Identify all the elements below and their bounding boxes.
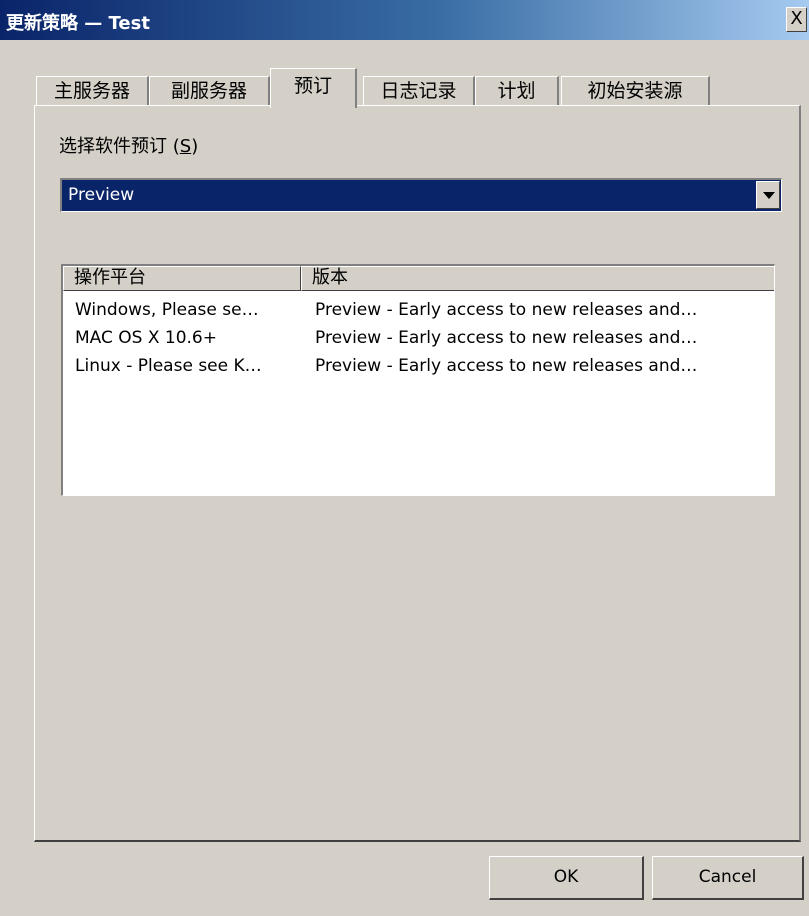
ok-button[interactable]: OK bbox=[489, 856, 644, 900]
close-icon: X bbox=[790, 8, 803, 29]
tab-subscription[interactable]: 预订 bbox=[270, 68, 357, 108]
subscription-selected-value: Preview bbox=[68, 185, 135, 205]
accelerator-key: S bbox=[179, 136, 192, 157]
tab-logging[interactable]: 日志记录 bbox=[363, 76, 475, 106]
version-cell: Preview - Early access to new releases a… bbox=[315, 328, 698, 348]
list-item[interactable]: Linux - Please see K… Preview - Early ac… bbox=[63, 352, 774, 380]
chevron-down-icon[interactable] bbox=[756, 181, 780, 209]
version-cell: Preview - Early access to new releases a… bbox=[315, 356, 698, 376]
platform-cell: Linux - Please see K… bbox=[75, 356, 262, 376]
tab-schedule[interactable]: 计划 bbox=[475, 76, 559, 106]
list-item[interactable]: MAC OS X 10.6+ Preview - Early access to… bbox=[63, 324, 774, 352]
tab-secondary-server[interactable]: 副服务器 bbox=[149, 76, 270, 106]
update-policy-dialog: 更新策略 — Test X 主服务器 副服务器 预订 日志记录 计划 初始安装源… bbox=[0, 0, 809, 916]
version-cell: Preview - Early access to new releases a… bbox=[315, 300, 698, 320]
subscription-select-label: 选择软件预订 (S) bbox=[59, 136, 199, 157]
tab-initial-install-source[interactable]: 初始安装源 bbox=[561, 76, 710, 106]
platform-version-list[interactable]: 操作平台 版本 Windows, Please se… Preview - Ea… bbox=[61, 264, 775, 496]
column-header-version[interactable]: 版本 bbox=[301, 266, 774, 291]
cancel-button[interactable]: Cancel bbox=[652, 856, 804, 900]
window-title: 更新策略 — Test bbox=[6, 13, 150, 34]
tab-primary-server[interactable]: 主服务器 bbox=[36, 76, 149, 106]
title-bar[interactable]: 更新策略 — Test X bbox=[0, 0, 809, 40]
platform-cell: Windows, Please se… bbox=[75, 300, 259, 320]
subscription-tab-panel: 选择软件预订 (S) Preview 操作平台 版本 Windows, Plea… bbox=[34, 105, 801, 842]
list-header: 操作平台 版本 bbox=[63, 266, 774, 291]
list-item[interactable]: Windows, Please se… Preview - Early acce… bbox=[63, 296, 774, 324]
column-header-platform[interactable]: 操作平台 bbox=[63, 266, 301, 291]
close-button[interactable]: X bbox=[786, 7, 807, 32]
platform-cell: MAC OS X 10.6+ bbox=[75, 328, 217, 348]
subscription-dropdown[interactable]: Preview bbox=[60, 178, 782, 212]
